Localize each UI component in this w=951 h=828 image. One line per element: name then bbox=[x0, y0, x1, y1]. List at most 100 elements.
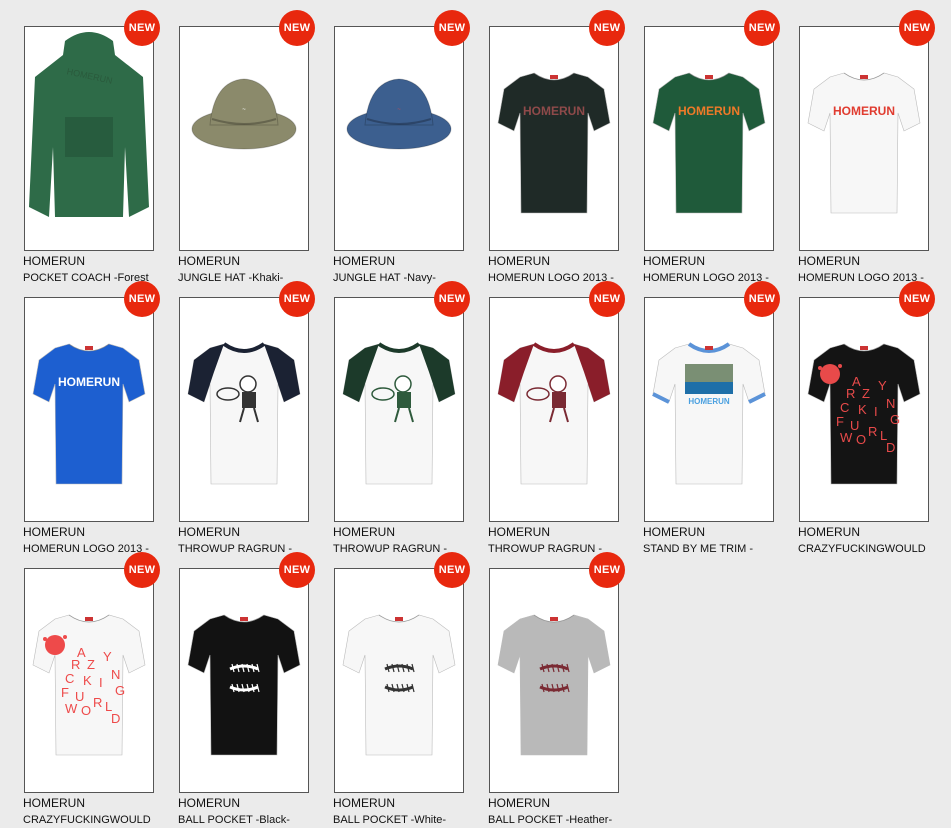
svg-text:O: O bbox=[856, 432, 866, 447]
product-card[interactable]: NEW HOMERUN BALL POCKET -Black- bbox=[178, 552, 315, 828]
product-brand[interactable]: HOMERUN bbox=[643, 525, 705, 539]
new-badge: NEW bbox=[589, 281, 625, 317]
product-brand[interactable]: HOMERUN bbox=[798, 254, 860, 268]
svg-text:O: O bbox=[81, 703, 91, 718]
new-badge: NEW bbox=[279, 281, 315, 317]
product-name[interactable]: HOMERUN LOGO 2013 - bbox=[488, 272, 614, 284]
svg-text:HOMERUN: HOMERUN bbox=[678, 104, 740, 118]
product-image[interactable]: ~ bbox=[334, 26, 464, 251]
svg-text:~: ~ bbox=[242, 107, 246, 113]
product-image[interactable] bbox=[489, 568, 619, 793]
svg-text:R: R bbox=[93, 695, 102, 710]
svg-text:I: I bbox=[874, 404, 878, 419]
new-badge: NEW bbox=[589, 552, 625, 588]
svg-text:C: C bbox=[840, 400, 849, 415]
product-card[interactable]: A R Z Y C K I N G F U W O R L D NEW HOMERUN CRAZYFUCKINGWO… bbox=[798, 281, 935, 557]
svg-text:HOMERUN: HOMERUN bbox=[58, 375, 120, 389]
product-name[interactable]: BALL POCKET -Heather- bbox=[488, 814, 612, 826]
svg-text:I: I bbox=[99, 675, 103, 690]
new-badge: NEW bbox=[124, 552, 160, 588]
svg-text:N: N bbox=[886, 396, 895, 411]
new-badge: NEW bbox=[124, 281, 160, 317]
product-card[interactable]: ~ NEW HOMERUN JUNGLE HAT -Khaki- bbox=[178, 10, 315, 286]
product-name[interactable]: CRAZYFUCKINGWOULD bbox=[798, 543, 926, 555]
product-brand[interactable]: HOMERUN bbox=[643, 254, 705, 268]
svg-text:~: ~ bbox=[397, 107, 401, 113]
product-image[interactable] bbox=[334, 297, 464, 522]
product-card[interactable]: HOMERUN NEW HOMERUN HOMERUN LOGO 2013 - bbox=[798, 10, 935, 286]
svg-text:F: F bbox=[61, 685, 69, 700]
svg-text:K: K bbox=[858, 402, 867, 417]
product-brand[interactable]: HOMERUN bbox=[333, 796, 395, 810]
product-name[interactable]: BALL POCKET -Black- bbox=[178, 814, 290, 826]
product-image[interactable] bbox=[489, 297, 619, 522]
product-brand[interactable]: HOMERUN bbox=[333, 525, 395, 539]
product-name[interactable]: THROWUP RAGRUN - bbox=[178, 543, 292, 555]
product-card[interactable]: NEW HOMERUN THROWUP RAGRUN - bbox=[178, 281, 315, 557]
product-name[interactable]: JUNGLE HAT -Khaki- bbox=[178, 272, 283, 284]
product-image[interactable]: ARZYCKINGFUWORLD bbox=[799, 297, 929, 522]
product-name[interactable]: JUNGLE HAT -Navy- bbox=[333, 272, 436, 284]
product-grid: HOMERUN NEW HOMERUN POCKET COACH -Forest ~ NE… bbox=[0, 0, 951, 826]
svg-text:Y: Y bbox=[878, 378, 887, 393]
svg-text:HOMERUN: HOMERUN bbox=[833, 104, 895, 118]
product-name[interactable]: CRAZYFUCKINGWOULD bbox=[23, 814, 151, 826]
product-image[interactable]: HOMERUN bbox=[799, 26, 929, 251]
product-brand[interactable]: HOMERUN bbox=[178, 254, 240, 268]
product-brand[interactable]: HOMERUN bbox=[488, 525, 550, 539]
product-name[interactable]: BALL POCKET -White- bbox=[333, 814, 446, 826]
product-image[interactable]: HOMERUN bbox=[644, 297, 774, 522]
product-card[interactable]: ~ NEW HOMERUN JUNGLE HAT -Navy- bbox=[333, 10, 470, 286]
product-image[interactable]: HOMERUN bbox=[24, 26, 154, 251]
product-name[interactable]: THROWUP RAGRUN - bbox=[488, 543, 602, 555]
svg-text:Z: Z bbox=[862, 386, 870, 401]
product-image[interactable] bbox=[179, 568, 309, 793]
product-brand[interactable]: HOMERUN bbox=[23, 525, 85, 539]
svg-text:D: D bbox=[886, 440, 895, 455]
product-name[interactable]: HOMERUN LOGO 2013 - bbox=[23, 543, 149, 555]
product-brand[interactable]: HOMERUN bbox=[798, 525, 860, 539]
product-image[interactable]: HOMERUN bbox=[489, 26, 619, 251]
product-brand[interactable]: HOMERUN bbox=[333, 254, 395, 268]
product-card[interactable]: NEW HOMERUN BALL POCKET -Heather- bbox=[488, 552, 625, 828]
product-image[interactable]: HOMERUN bbox=[644, 26, 774, 251]
svg-text:R: R bbox=[868, 424, 877, 439]
product-name[interactable]: THROWUP RAGRUN - bbox=[333, 543, 447, 555]
product-card[interactable]: HOMERUN NEW HOMERUN HOMERUN LOGO 2013 - bbox=[488, 10, 625, 286]
new-badge: NEW bbox=[124, 10, 160, 46]
product-image[interactable] bbox=[179, 297, 309, 522]
product-name[interactable]: POCKET COACH -Forest bbox=[23, 272, 149, 284]
product-name[interactable]: STAND BY ME TRIM - bbox=[643, 543, 753, 555]
product-brand[interactable]: HOMERUN bbox=[178, 525, 240, 539]
product-brand[interactable]: HOMERUN bbox=[23, 254, 85, 268]
product-card[interactable]: HOMERUN NEW HOMERUN STAND BY ME TRIM - bbox=[643, 281, 780, 557]
svg-text:R: R bbox=[846, 386, 855, 401]
svg-text:W: W bbox=[840, 430, 853, 445]
new-badge: NEW bbox=[279, 552, 315, 588]
product-card[interactable]: HOMERUN NEW HOMERUN HOMERUN LOGO 2013 - bbox=[23, 281, 160, 557]
product-card[interactable]: HOMERUN NEW HOMERUN HOMERUN LOGO 2013 - bbox=[643, 10, 780, 286]
svg-text:HOMERUN: HOMERUN bbox=[688, 397, 730, 406]
product-card[interactable]: HOMERUN NEW HOMERUN POCKET COACH -Forest bbox=[23, 10, 160, 286]
product-name[interactable]: HOMERUN LOGO 2013 - bbox=[798, 272, 924, 284]
product-image[interactable]: ~ bbox=[179, 26, 309, 251]
svg-text:F: F bbox=[836, 414, 844, 429]
new-badge: NEW bbox=[434, 281, 470, 317]
svg-text:Z: Z bbox=[87, 657, 95, 672]
svg-text:C: C bbox=[65, 671, 74, 686]
product-name[interactable]: HOMERUN LOGO 2013 - bbox=[643, 272, 769, 284]
product-brand[interactable]: HOMERUN bbox=[23, 796, 85, 810]
product-brand[interactable]: HOMERUN bbox=[488, 796, 550, 810]
svg-text:G: G bbox=[890, 412, 900, 427]
product-card[interactable]: NEW HOMERUN THROWUP RAGRUN - bbox=[333, 281, 470, 557]
product-card[interactable]: NEW HOMERUN BALL POCKET -White- bbox=[333, 552, 470, 828]
product-image[interactable]: HOMERUN bbox=[24, 297, 154, 522]
product-brand[interactable]: HOMERUN bbox=[178, 796, 240, 810]
svg-text:N: N bbox=[111, 667, 120, 682]
product-card[interactable]: A R Z Y C K I N G F U W O R L D NEW HOMERUN CRAZYFUCKINGWO… bbox=[23, 552, 160, 828]
product-card[interactable]: NEW HOMERUN THROWUP RAGRUN - bbox=[488, 281, 625, 557]
product-image[interactable] bbox=[334, 568, 464, 793]
product-brand[interactable]: HOMERUN bbox=[488, 254, 550, 268]
product-image[interactable]: ARZYCKINGFUWORLD bbox=[24, 568, 154, 793]
svg-text:G: G bbox=[115, 683, 125, 698]
